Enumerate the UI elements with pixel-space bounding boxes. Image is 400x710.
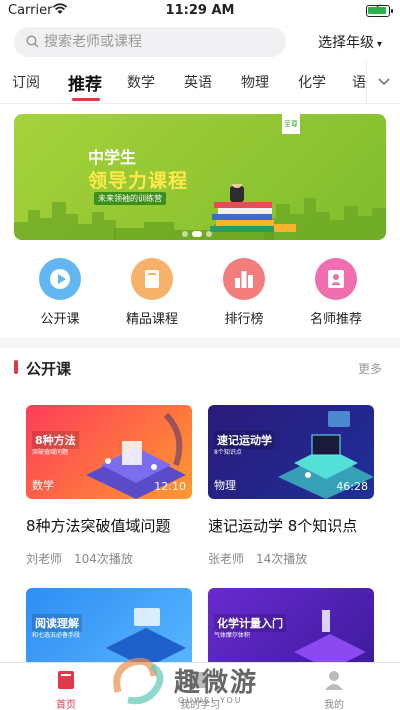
course-card[interactable]: 速记运动学 8个知识点 物理 46:28 速记运动学 8个知识点 张老师 14次播… [208, 405, 374, 567]
tab-profile[interactable]: 我的 [304, 669, 364, 710]
clock: 11:29 AM [165, 3, 235, 18]
books-graduate-illustration [210, 184, 296, 232]
thumbnail-subtitle: 气体摩尔体积 [214, 632, 251, 639]
category-label: 排行榜 [224, 312, 264, 327]
banner-tag: 未来领袖的训练营 [94, 192, 166, 205]
tab-chemistry[interactable]: 化学 [298, 72, 326, 92]
thumbnail-subtitle: 突破值域问题 [32, 449, 69, 456]
grade-select[interactable]: 选择年级 ▾ [318, 32, 382, 52]
tab-label: 我的 [324, 700, 344, 710]
course-meta: 刘老师 104次播放 [26, 550, 192, 567]
watermark: 趣微游 QUWEI YOU [108, 652, 298, 710]
play-icon [39, 258, 81, 300]
teacher-name: 张老师 [208, 552, 245, 566]
more-link[interactable]: 更多 [358, 360, 382, 377]
subject-label: 数学 [32, 479, 54, 492]
status-bar: Carrier 11:29 AM ⚡ [0, 0, 400, 22]
subject-label: 物理 [214, 479, 236, 492]
search-input[interactable] [44, 30, 274, 54]
tab-chinese[interactable]: 语 [352, 72, 366, 92]
active-tab-indicator [72, 98, 100, 101]
carousel-dot[interactable] [182, 231, 188, 237]
category-label: 精品课程 [125, 312, 178, 327]
section-header: 公开课 更多 [0, 348, 400, 388]
tab-subscribe[interactable]: 订阅 [12, 72, 40, 92]
profile-icon [325, 671, 343, 690]
tab-math[interactable]: 数学 [127, 72, 155, 92]
carousel-dot[interactable] [192, 231, 202, 237]
play-count: 14次播放 [256, 552, 308, 566]
teacher-name: 刘老师 [26, 552, 63, 566]
category-label: 名师推荐 [309, 312, 362, 327]
category-ranking[interactable]: 排行榜 [204, 258, 284, 327]
category-label: 公开课 [40, 312, 80, 327]
tab-home[interactable]: 首页 [36, 669, 96, 710]
grade-select-label: 选择年级 [318, 35, 374, 51]
search-icon [26, 35, 39, 48]
promo-banner[interactable]: 中学生 领导力课程 未来领袖的训练营 至尊 [14, 114, 386, 240]
book-icon [131, 258, 173, 300]
duration-label: 12:10 [154, 480, 186, 493]
course-meta: 张老师 14次播放 [208, 550, 374, 567]
tab-english[interactable]: 英语 [184, 72, 212, 92]
course-title: 8种方法突破值域问题 [26, 517, 171, 535]
open-class-section: 公开课 更多 8种方法 突破值域问题 数学 12:10 8种方法突破值域问题 刘… [0, 348, 400, 682]
watermark-text: 趣微游 [174, 668, 259, 698]
tab-label: 首页 [56, 700, 76, 710]
watermark-subtext: QUWEI YOU [178, 696, 243, 705]
battery-icon [366, 5, 393, 17]
tab-physics[interactable]: 物理 [241, 72, 269, 92]
banner-title: 领导力课程 [88, 170, 189, 192]
play-count: 104次播放 [74, 552, 133, 566]
chevron-down-icon: ▾ [377, 39, 383, 50]
category-open-class[interactable]: 公开课 [20, 258, 100, 327]
search-box[interactable] [14, 27, 286, 57]
carousel-dot[interactable] [206, 231, 212, 237]
banner-area: 中学生 领导力课程 未来领袖的训练营 至尊 [0, 104, 400, 244]
tab-recommend[interactable]: 推荐 [68, 70, 102, 95]
home-icon [58, 671, 74, 689]
section-title: 公开课 [26, 360, 72, 378]
chevron-down-icon [377, 78, 390, 86]
tabs-expand-button[interactable] [366, 60, 400, 103]
carousel-dots [182, 222, 216, 240]
course-thumbnail: 速记运动学 8个知识点 物理 46:28 [208, 405, 374, 499]
category-premium-courses[interactable]: 精品课程 [112, 258, 192, 327]
thumbnail-subtitle: 8个知识点 [214, 449, 242, 456]
search-row: 选择年级▾ [0, 22, 400, 60]
course-card[interactable]: 8种方法 突破值域问题 数学 12:10 8种方法突破值域问题 刘老师 104次播… [26, 405, 192, 567]
banner-corner-tag: 至尊 [282, 114, 300, 134]
watermark-logo [113, 657, 164, 705]
ranking-icon [223, 258, 265, 300]
subject-tabs: 订阅 推荐 数学 英语 物理 化学 语 [0, 60, 400, 104]
course-title: 速记运动学 8个知识点 [208, 517, 358, 535]
thumbnail-subtitle: 和七选五必备手段 [32, 632, 81, 639]
category-teacher-recommend[interactable]: 名师推荐 [296, 258, 376, 327]
section-accent-bar [14, 360, 18, 374]
category-grid: 公开课 精品课程 排行榜 名师推荐 [0, 244, 400, 338]
teacher-icon [315, 258, 357, 300]
course-thumbnail: 8种方法 突破值域问题 数学 12:10 [26, 405, 192, 499]
duration-label: 46:28 [336, 480, 368, 493]
banner-subtitle: 中学生 [88, 148, 137, 167]
